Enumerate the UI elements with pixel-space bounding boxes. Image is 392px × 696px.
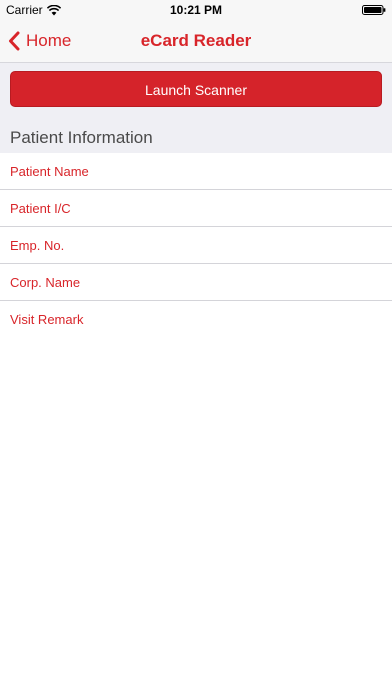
back-button[interactable]: Home — [8, 20, 71, 62]
status-bar: Carrier 10:21 PM — [0, 0, 392, 20]
form-row-corp-name — [0, 264, 392, 301]
chevron-left-icon — [9, 31, 20, 51]
patient-name-field[interactable] — [0, 153, 392, 189]
nav-bar: Home eCard Reader — [0, 20, 392, 62]
form-row-patient-name — [0, 153, 392, 190]
form-row-emp-no — [0, 227, 392, 264]
form-row-patient-ic — [0, 190, 392, 227]
scanner-area: Launch Scanner — [0, 62, 392, 123]
back-label: Home — [26, 31, 72, 50]
form-row-visit-remark — [0, 301, 392, 338]
corp-name-field[interactable] — [0, 264, 392, 300]
patient-ic-field[interactable] — [0, 190, 392, 226]
visit-remark-field[interactable] — [0, 301, 392, 337]
section-title: Patient Information — [10, 128, 153, 147]
patient-form — [0, 153, 392, 338]
status-time: 10:21 PM — [169, 3, 223, 17]
launch-scanner-button[interactable]: Launch Scanner — [10, 71, 382, 107]
section-header: Patient Information — [0, 123, 392, 153]
battery-icon — [362, 5, 386, 15]
emp-no-field[interactable] — [0, 227, 392, 263]
